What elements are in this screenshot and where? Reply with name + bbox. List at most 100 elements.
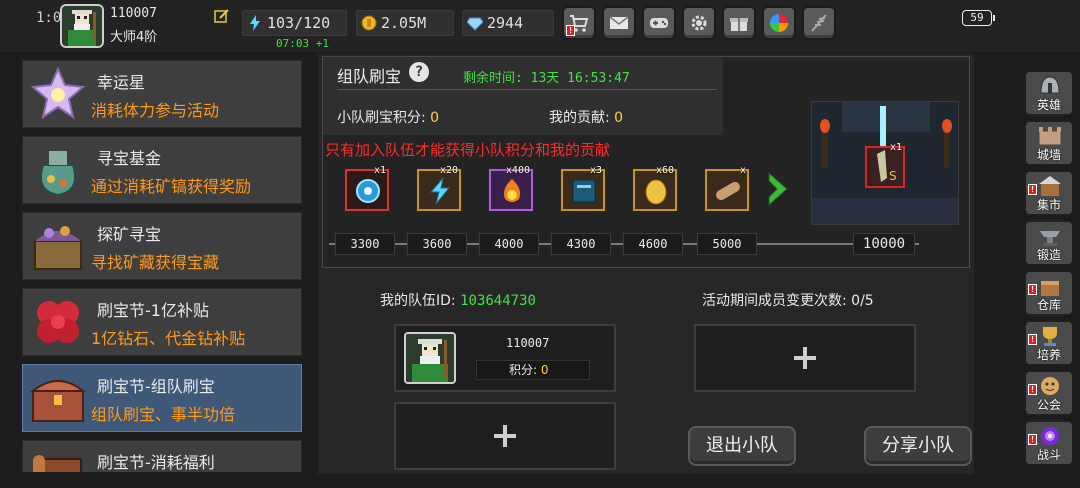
nav-market[interactable]: ! 集市 <box>1024 170 1074 216</box>
treasure-bag-icon <box>39 151 77 197</box>
milestone: 4600 <box>623 233 683 255</box>
help-icon[interactable]: ? <box>409 62 429 82</box>
wizard-portrait-icon <box>406 334 454 382</box>
join-warning: 只有加入队伍才能获得小队积分和我的贡献 <box>325 141 611 159</box>
my-contrib-label: 我的贡献: <box>549 110 610 126</box>
final-reward-slot[interactable]: x1 S <box>865 142 905 188</box>
reward-qty: x1 <box>889 142 902 153</box>
event-title: 幸运星 <box>97 73 146 92</box>
team-id-label: 我的队伍ID: <box>380 293 456 309</box>
mine-chest-icon <box>34 226 82 270</box>
nav-warehouse[interactable]: ! 仓库 <box>1024 270 1074 316</box>
alert-badge: ! <box>1028 434 1037 445</box>
spellbook-icon <box>572 179 596 203</box>
fire-orb-icon <box>503 179 521 202</box>
scroll-icon <box>716 182 740 200</box>
gamepad-icon <box>650 18 668 28</box>
top-bar: 1:0 110007 大师4阶 103/120 07:03 +1 2.05M 2… <box>0 0 1080 52</box>
milestone: 5000 <box>697 233 757 255</box>
scroll-chest-icon <box>33 455 82 472</box>
nav-forge[interactable]: 锻造 <box>1024 220 1074 266</box>
wizard-portrait-icon <box>62 6 102 46</box>
feather-button[interactable] <box>802 6 836 40</box>
remaining-time: 剩余时间: 13天 16:53:47 <box>463 71 630 86</box>
empty-member-slot[interactable] <box>394 402 616 470</box>
nav-wall[interactable]: 城墙 <box>1024 120 1074 166</box>
nav-label: 城墙 <box>1036 148 1061 162</box>
event-list[interactable]: 幸运星 消耗体力参与活动 寻宝基金 通过消耗矿镐获得奖励 探矿寻宝 寻找矿藏获得… <box>22 58 302 472</box>
reward-panel: 组队刷宝 ? 剩余时间: 13天 16:53:47 小队刷宝积分: 0 我的贡献… <box>322 56 970 268</box>
gem-counter: 2944 <box>462 10 554 36</box>
event-desc: 寻找矿藏获得宝藏 <box>91 253 220 272</box>
nav-guild[interactable]: ! 公会 <box>1024 370 1074 416</box>
event-item-consume-bonus[interactable]: 刷宝节-消耗福利 <box>22 440 302 472</box>
nav-train[interactable]: ! 培养 <box>1024 320 1074 366</box>
milestone: 3300 <box>335 233 395 255</box>
rank-badge: S <box>889 169 897 183</box>
event-title: 刷宝节-组队刷宝 <box>97 377 215 396</box>
trophy-icon <box>1043 327 1057 346</box>
reward-slot[interactable]: x400 <box>489 165 533 211</box>
event-item-mining[interactable]: 探矿寻宝 寻找矿藏获得宝藏 <box>22 212 302 280</box>
gift-button[interactable] <box>722 6 756 40</box>
mail-button[interactable] <box>602 6 636 40</box>
event-desc: 1亿钻石、代金钻补贴 <box>91 329 246 348</box>
reward-qty: x400 <box>505 165 530 176</box>
reward-slot[interactable]: x20 <box>417 165 461 211</box>
lightning-icon <box>250 15 260 31</box>
share-team-button[interactable]: 分享小队 <box>864 426 972 466</box>
squad-score-value: 0 <box>430 110 440 126</box>
event-item-lucky-star[interactable]: 幸运星 消耗体力参与活动 <box>22 60 302 128</box>
milestone: 4300 <box>551 233 611 255</box>
blue-orb-icon <box>356 179 380 203</box>
event-item-treasure-fund[interactable]: 寻宝基金 通过消耗矿镐获得奖励 <box>22 136 302 204</box>
settings-button[interactable] <box>682 6 716 40</box>
nav-label: 集市 <box>1036 198 1061 212</box>
member-slot[interactable]: 110007 积分: 0 <box>394 324 616 392</box>
alert-badge: ! <box>566 25 575 36</box>
wall-icon <box>1038 127 1062 146</box>
nav-label: 仓库 <box>1036 298 1061 312</box>
golden-egg-icon <box>645 179 667 205</box>
mail-icon <box>609 16 629 29</box>
reward-qty: x1 <box>373 165 386 176</box>
player-avatar[interactable] <box>60 4 104 48</box>
edit-icon[interactable] <box>214 8 230 24</box>
member-changes-value: 0/5 <box>851 293 874 309</box>
empty-member-slot[interactable] <box>694 324 916 392</box>
event-item-team-farm[interactable]: 刷宝节-组队刷宝 组队刷宝、事半功倍 <box>22 364 302 432</box>
gear-icon <box>691 15 707 31</box>
reward-qty: x60 <box>655 165 674 176</box>
add-member-icon <box>794 347 816 369</box>
team-id-value: 103644730 <box>460 293 536 309</box>
next-arrow-icon[interactable] <box>765 169 791 209</box>
s-rank-item-icon: S <box>877 150 897 183</box>
energy-counter: 103/120 <box>242 10 347 36</box>
reward-slot[interactable]: x1 <box>345 165 389 211</box>
nav-hero[interactable]: 英雄 <box>1024 70 1074 116</box>
reward-slot[interactable]: x60 <box>633 165 677 211</box>
member-score-value: 0 <box>540 363 549 377</box>
feather-icon <box>811 14 827 32</box>
reward-slot[interactable]: x3 <box>561 165 605 211</box>
alert-badge: ! <box>1028 334 1037 345</box>
event-desc: 组队刷宝、事半功倍 <box>91 405 236 424</box>
event-desc: 消耗体力参与活动 <box>91 101 220 120</box>
event-item-subsidy[interactable]: 刷宝节-1亿补贴 1亿钻石、代金钻补贴 <box>22 288 302 356</box>
star-crystal-icon <box>30 66 86 120</box>
shop-button[interactable]: ! <box>562 6 596 40</box>
games-button[interactable] <box>642 6 676 40</box>
my-contrib-value: 0 <box>614 110 624 126</box>
color-wheel-icon <box>770 14 788 32</box>
reward-slot[interactable]: x <box>705 165 749 211</box>
color-wheel-button[interactable] <box>762 6 796 40</box>
nav-battle[interactable]: ! 战斗 <box>1024 420 1074 466</box>
exit-team-button[interactable]: 退出小队 <box>688 426 796 466</box>
portal-icon <box>1041 427 1059 445</box>
energy-value: 103/120 <box>267 14 331 32</box>
divider <box>337 89 717 90</box>
nav-label: 培养 <box>1036 348 1061 362</box>
panel-title: 组队刷宝 <box>337 67 402 86</box>
nav-label: 英雄 <box>1036 98 1061 112</box>
milestone: 3600 <box>407 233 467 255</box>
